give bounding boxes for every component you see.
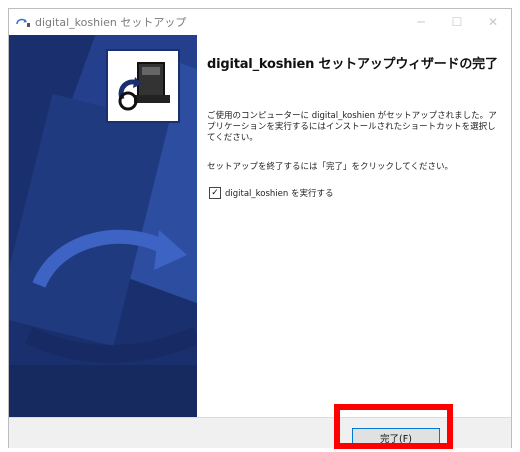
finish-instruction: セットアップを終了するには「完了」をクリックしてください。	[207, 162, 453, 172]
minimize-button[interactable]: ─	[403, 9, 439, 35]
close-button[interactable]: ✕	[475, 9, 511, 35]
maximize-button[interactable]: ☐	[439, 9, 475, 35]
installer-icon	[15, 15, 33, 29]
run-app-label[interactable]: digital_koshien を実行する	[225, 187, 333, 199]
completion-message: ご使用のコンピューターに digital_koshien がセットアップされまし…	[207, 111, 497, 143]
page-title: digital_koshien セットアップウィザードの完了	[207, 57, 498, 72]
window-controls: ─ ☐ ✕	[403, 9, 511, 35]
wizard-banner	[9, 35, 197, 417]
finish-button[interactable]: 完了(F)	[352, 428, 440, 448]
title-bar: digital_koshien セットアップ ─ ☐ ✕	[9, 9, 511, 35]
setup-window: digital_koshien セットアップ ─ ☐ ✕ digital_kos…	[8, 8, 512, 448]
setup-logo	[106, 49, 180, 123]
wizard-content: digital_koshien セットアップウィザードの完了 ご使用のコンピュー…	[197, 35, 511, 417]
checkmark-icon: ✓	[211, 187, 219, 198]
button-bar: 完了(F)	[9, 417, 511, 448]
window-title: digital_koshien セットアップ	[35, 16, 187, 29]
computer-install-icon	[108, 51, 178, 121]
run-app-checkbox[interactable]: ✓	[209, 187, 221, 199]
run-app-option[interactable]: ✓ digital_koshien を実行する	[209, 187, 333, 199]
